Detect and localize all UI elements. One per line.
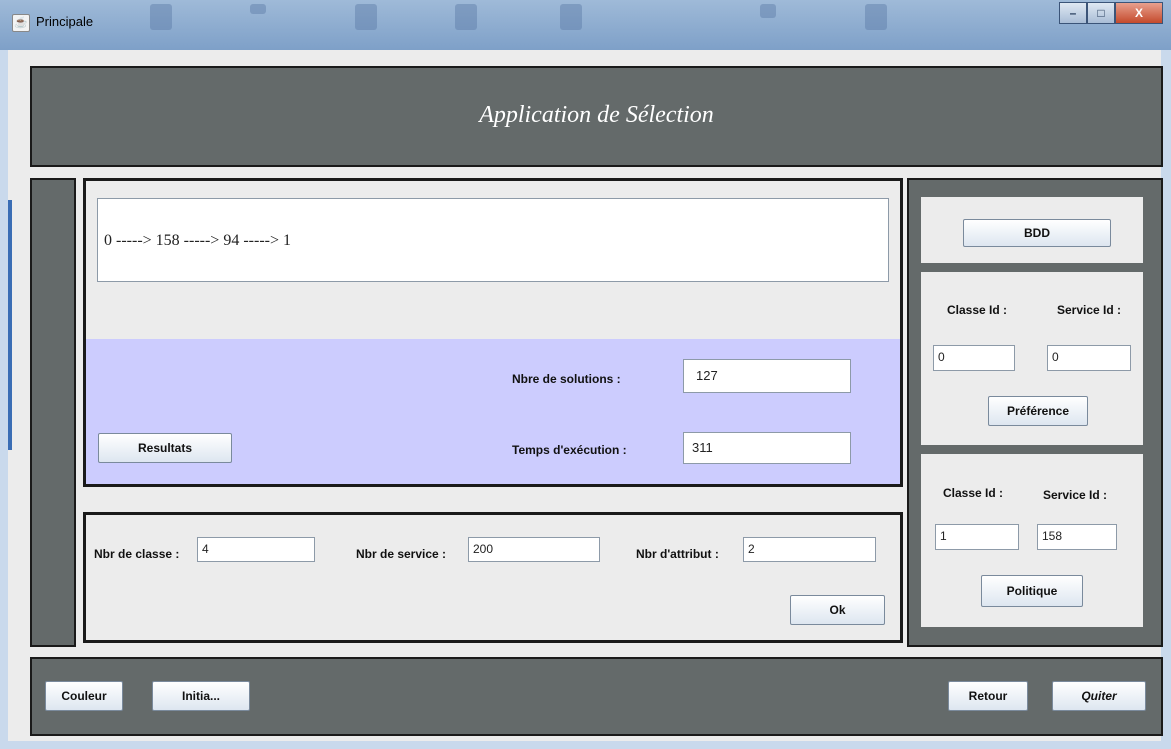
pol-service-id-label: Service Id : xyxy=(1043,488,1108,502)
stats-section: Nbre de solutions : 127 Temps d'exécutio… xyxy=(86,339,900,484)
taskbar-blur-icon xyxy=(250,4,266,14)
bdd-button[interactable]: BDD xyxy=(963,219,1111,247)
solutions-field[interactable]: 127 xyxy=(683,359,851,393)
parameters-panel: Nbr de classe : 4 Nbr de service : 200 N… xyxy=(83,512,903,643)
quiter-button[interactable]: Quiter xyxy=(1052,681,1146,711)
taskbar-blur-icon xyxy=(150,4,172,30)
pref-service-id-field[interactable]: 0 xyxy=(1047,345,1131,371)
preference-button[interactable]: Préférence xyxy=(988,396,1088,426)
pref-classe-id-label: Classe Id : xyxy=(947,303,1008,317)
time-label: Temps d'exécution : xyxy=(512,443,627,457)
classe-count-label: Nbr de classe : xyxy=(94,547,180,561)
pref-service-id-label: Service Id : xyxy=(1057,303,1122,317)
taskbar-blur-icon xyxy=(760,4,776,18)
java-app-icon: ☕ xyxy=(12,14,30,32)
result-path-area[interactable]: 0 -----> 158 -----> 94 -----> 1 xyxy=(97,198,889,282)
ok-button[interactable]: Ok xyxy=(790,595,885,625)
pol-service-id-field[interactable]: 158 xyxy=(1037,524,1117,550)
window-client-area: Application de Sélection 0 -----> 158 --… xyxy=(8,50,1163,741)
pref-classe-id-field[interactable]: 0 xyxy=(933,345,1015,371)
window-controls: – □ X xyxy=(1059,2,1163,24)
minimize-button[interactable]: – xyxy=(1059,2,1087,24)
taskbar-blur-icon xyxy=(865,4,887,30)
pol-classe-id-field[interactable]: 1 xyxy=(935,524,1019,550)
politique-button[interactable]: Politique xyxy=(981,575,1083,607)
right-panel: BDD Classe Id : Service Id : 0 0 Préfére… xyxy=(907,178,1163,647)
preference-section: Classe Id : Service Id : 0 0 Préférence xyxy=(921,272,1143,445)
app-title: Application de Sélection xyxy=(479,102,714,128)
taskbar-blur-icon xyxy=(455,4,477,30)
service-count-field[interactable]: 200 xyxy=(468,537,600,562)
couleur-button[interactable]: Couleur xyxy=(45,681,123,711)
footer-panel: Couleur Initia... Retour Quiter xyxy=(30,657,1163,736)
time-field[interactable]: 311 xyxy=(683,432,851,464)
window-titlebar[interactable]: ☕ Principale – □ X xyxy=(0,0,1171,50)
bdd-section: BDD xyxy=(921,197,1143,263)
resultats-button[interactable]: Resultats xyxy=(98,433,232,463)
maximize-button[interactable]: □ xyxy=(1087,2,1115,24)
retour-button[interactable]: Retour xyxy=(948,681,1028,711)
header-panel: Application de Sélection xyxy=(30,66,1163,167)
service-count-label: Nbr de service : xyxy=(356,547,447,561)
window-edge-stripe xyxy=(8,200,12,450)
close-button[interactable]: X xyxy=(1115,2,1163,24)
taskbar-blur-icon xyxy=(560,4,582,30)
pol-classe-id-label: Classe Id : xyxy=(943,486,1004,500)
solutions-label: Nbre de solutions : xyxy=(512,372,621,386)
attribut-count-field[interactable]: 2 xyxy=(743,537,876,562)
taskbar-blur-icon xyxy=(355,4,377,30)
politique-section: Classe Id : Service Id : 1 158 Politique xyxy=(921,454,1143,627)
left-side-panel xyxy=(30,178,76,647)
result-panel: 0 -----> 158 -----> 94 -----> 1 Nbre de … xyxy=(83,178,903,487)
initialiser-button[interactable]: Initia... xyxy=(152,681,250,711)
window-title: Principale xyxy=(36,14,94,29)
classe-count-field[interactable]: 4 xyxy=(197,537,315,562)
attribut-count-label: Nbr d'attribut : xyxy=(636,547,719,561)
